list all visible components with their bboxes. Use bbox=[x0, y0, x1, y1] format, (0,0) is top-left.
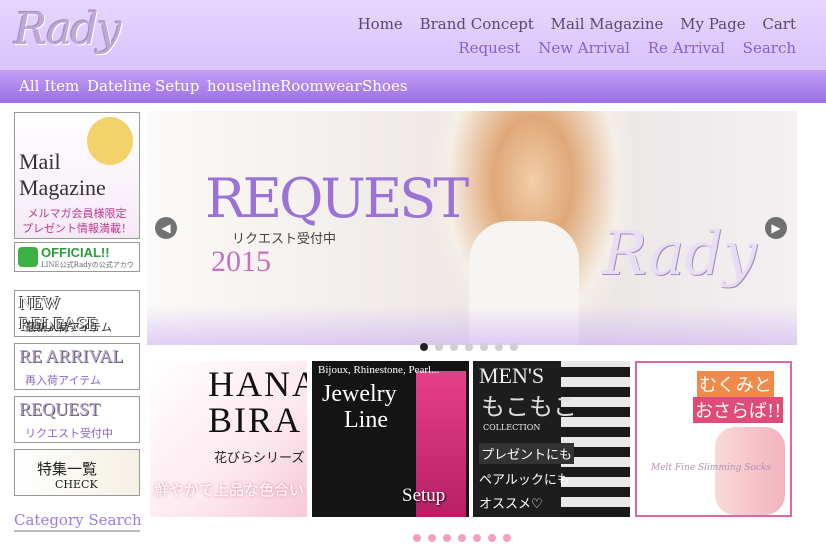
mens-sub: もこもこ bbox=[481, 393, 577, 421]
cat-houseline[interactable]: houseline bbox=[207, 77, 280, 95]
tile-slimming-socks[interactable]: むくみと おさらば!! Melt Fine Slimming Socks bbox=[635, 361, 792, 517]
re-arrival-sub: 再入荷アイテム bbox=[25, 374, 101, 387]
mens-copy-2: ペアルックにも bbox=[479, 473, 570, 488]
mens-copy-3: オススメ♡ bbox=[479, 497, 543, 512]
category-bar: All Item Dateline Setup houseline Roomwe… bbox=[0, 70, 826, 103]
category-search-divider bbox=[14, 530, 140, 532]
hero-title: REQUEST bbox=[205, 167, 469, 230]
socks-sub: Melt Fine Slimming Socks bbox=[651, 463, 771, 473]
tile-dot[interactable] bbox=[488, 534, 496, 542]
tile-dot[interactable] bbox=[428, 534, 436, 542]
line-official-banner[interactable]: OFFICIAL!! LINE公式Radyの公式アカウント bbox=[14, 242, 140, 272]
tile-jewelry-line[interactable]: Bijoux, Rhinestone, Pearl... Jewelry Lin… bbox=[312, 361, 469, 517]
tile-dot[interactable] bbox=[503, 534, 511, 542]
nav-my-page[interactable]: My Page bbox=[680, 15, 745, 33]
category-search-heading: Category Search bbox=[14, 511, 142, 529]
tile-dot[interactable] bbox=[443, 534, 451, 542]
site-header: Rady Home Brand Concept Mail Magazine My… bbox=[0, 0, 826, 70]
tile-mens-collection[interactable]: MEN'S もこもこ COLLECTION プレゼントにも ペアルックにも オス… bbox=[473, 361, 630, 517]
nav-brand-concept[interactable]: Brand Concept bbox=[420, 15, 534, 33]
slider-dot[interactable] bbox=[495, 343, 503, 351]
hana-title-2: BIRA bbox=[208, 400, 303, 440]
nav-cart[interactable]: Cart bbox=[762, 15, 796, 33]
request-banner[interactable]: REQUEST リクエスト受付中 bbox=[14, 396, 140, 443]
character-illustration bbox=[87, 117, 133, 165]
nav-mail-magazine[interactable]: Mail Magazine bbox=[551, 15, 664, 33]
slider-dot[interactable] bbox=[450, 343, 458, 351]
cat-setup[interactable]: Setup bbox=[155, 77, 199, 95]
mens-title: MEN'S bbox=[479, 363, 545, 388]
hero-year: 2015 bbox=[211, 245, 271, 278]
nav-home[interactable]: Home bbox=[358, 15, 403, 33]
cat-roomwear[interactable]: Roomwear bbox=[280, 77, 361, 95]
request-title: REQUEST bbox=[19, 399, 100, 419]
jewelry-top: Bijoux, Rhinestone, Pearl... bbox=[318, 364, 440, 376]
site-logo[interactable]: Rady bbox=[14, 4, 121, 55]
mail-magazine-title-2: Magazine bbox=[19, 175, 106, 200]
tile-dot[interactable] bbox=[473, 534, 481, 542]
re-arrival-banner[interactable]: RE ARRIVAL 再入荷アイテム bbox=[14, 343, 140, 390]
feature-list-title: 特集一覧 bbox=[37, 462, 98, 478]
nav-re-arrival[interactable]: Re Arrival bbox=[648, 39, 725, 57]
chevron-left-icon[interactable]: ◀ bbox=[155, 217, 177, 239]
jewelry-setup: Setup bbox=[402, 485, 446, 506]
new-release-sub: 最新入荷アイテム bbox=[25, 321, 112, 334]
slider-dot[interactable] bbox=[465, 343, 473, 351]
slider-dot[interactable] bbox=[435, 343, 443, 351]
nav-new-arrival[interactable]: New Arrival bbox=[538, 39, 630, 57]
line-icon bbox=[18, 247, 38, 267]
hana-series: 花びらシリーズ bbox=[214, 451, 305, 466]
jewelry-title-1: Jewelry bbox=[322, 381, 397, 407]
mens-collection: COLLECTION bbox=[483, 423, 541, 432]
slider-dot[interactable] bbox=[420, 343, 428, 351]
new-release-banner[interactable]: NEW RELEASE 最新入荷アイテム bbox=[14, 290, 140, 337]
feature-list-banner[interactable]: 特集一覧 CHECK bbox=[14, 449, 140, 496]
socks-title-1: むくみと bbox=[697, 371, 774, 397]
hero-slider[interactable]: REQUEST リクエスト受付中 2015 Rady bbox=[147, 111, 797, 345]
hana-copy: 鮮やかで上品な色合い bbox=[154, 481, 305, 499]
line-official-sub: LINE公式Radyの公式アカウント bbox=[41, 261, 134, 269]
mail-magazine-title-1: Mail bbox=[19, 149, 61, 174]
mens-copy-1: プレゼントにも bbox=[479, 443, 575, 464]
cat-all-item[interactable]: All Item bbox=[19, 77, 79, 95]
mail-magazine-banner[interactable]: Mail Magazine メルマガ会員様限定 プレゼント情報満載！ bbox=[14, 112, 140, 239]
request-sub: リクエスト受付中 bbox=[25, 427, 113, 440]
tile-dot[interactable] bbox=[413, 534, 421, 542]
tile-hanabira[interactable]: HANA BIRA 花びらシリーズ 鮮やかで上品な色合い bbox=[150, 361, 307, 517]
jewelry-title-2: Line bbox=[344, 407, 388, 433]
hero-logo: Rady bbox=[602, 219, 757, 289]
slider-dot[interactable] bbox=[480, 343, 488, 351]
cat-shoes[interactable]: Shoes bbox=[362, 77, 408, 95]
tile-carousel-dots bbox=[413, 527, 518, 546]
line-official-title: OFFICIAL!! bbox=[41, 245, 110, 260]
slider-dot[interactable] bbox=[510, 343, 518, 351]
mens-model bbox=[561, 361, 630, 517]
mail-magazine-jp-1: メルマガ会員様限定 bbox=[27, 207, 127, 220]
nav-request[interactable]: Request bbox=[458, 39, 520, 57]
mail-magazine-jp-2: プレゼント情報満載！ bbox=[22, 222, 132, 235]
socks-title-2: おさらば!! bbox=[693, 397, 784, 423]
cat-dateline[interactable]: Dateline bbox=[87, 77, 151, 95]
feature-list-sub: CHECK bbox=[55, 478, 98, 491]
nav-search[interactable]: Search bbox=[743, 39, 796, 57]
tile-dot[interactable] bbox=[458, 534, 466, 542]
slider-dots bbox=[420, 336, 525, 355]
top-navigation: Home Brand Concept Mail Magazine My Page… bbox=[346, 12, 796, 60]
re-arrival-title: RE ARRIVAL bbox=[19, 346, 124, 366]
chevron-right-icon[interactable]: ▶ bbox=[765, 217, 787, 239]
